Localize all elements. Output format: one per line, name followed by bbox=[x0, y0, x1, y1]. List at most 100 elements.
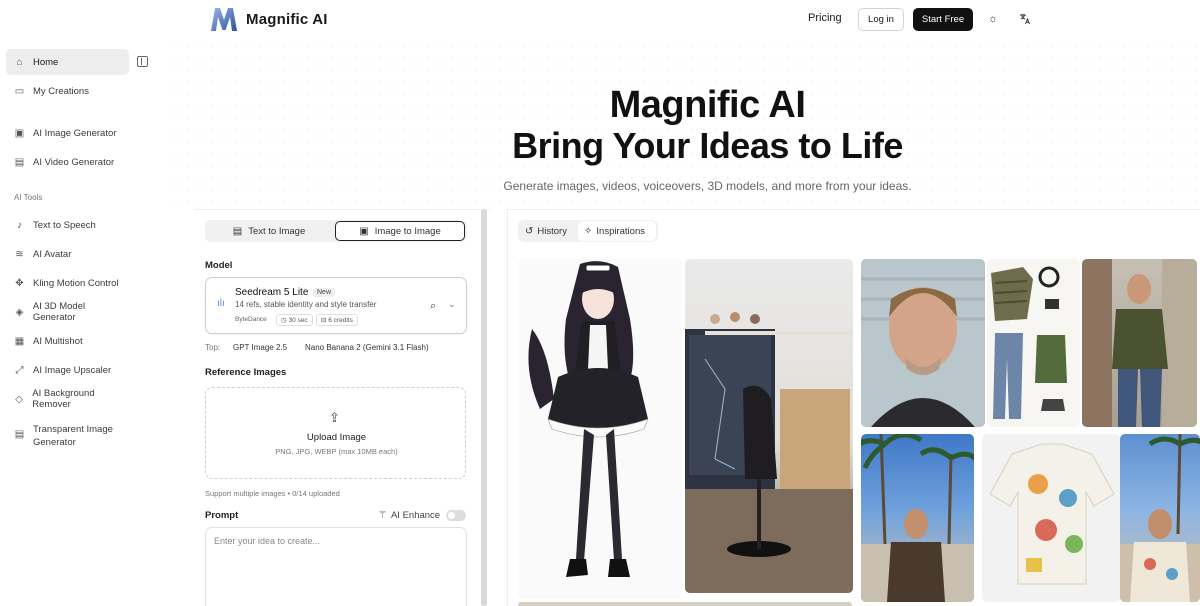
ai-enhance-toggle[interactable] bbox=[446, 510, 466, 521]
gallery-image-patterned-shirt[interactable] bbox=[982, 434, 1120, 602]
tab-text-to-image[interactable]: ▤ Text to Image bbox=[205, 220, 333, 242]
beach-man-photo bbox=[861, 434, 974, 602]
beach-man-shirt-photo bbox=[1120, 434, 1200, 602]
clothes-flatlay-photo bbox=[991, 266, 1067, 419]
sidebar-item-ai-avatar[interactable]: ≋ AI Avatar bbox=[6, 241, 129, 267]
sidebar-item-ai-multishot[interactable]: ▦ AI Multishot bbox=[6, 328, 129, 354]
gallery-tabs: ↺ History ✧ Inspirations bbox=[518, 220, 658, 242]
brand-logo[interactable]: Magnific AI bbox=[210, 6, 328, 32]
top-model-option[interactable]: Nano Banana 2 (Gemini 3.1 Flash) bbox=[305, 343, 429, 352]
model-time-chip: ◷ 30 sec bbox=[276, 314, 313, 326]
sidebar-collapse-icon[interactable] bbox=[137, 56, 148, 67]
magic-wand-icon: ⚚ bbox=[378, 510, 387, 521]
gallery-image-figurine-desk[interactable] bbox=[685, 259, 853, 593]
sidebar-section-label: AI Tools bbox=[14, 193, 43, 202]
folder-icon: ▭ bbox=[14, 85, 25, 97]
gallery-image-street-man[interactable] bbox=[1082, 259, 1197, 427]
top-model-option[interactable]: GPT Image 2.5 bbox=[233, 343, 287, 352]
tab-image-to-image[interactable]: ▣ Image to Image bbox=[335, 221, 465, 241]
sidebar-item-label: AI Multishot bbox=[33, 335, 83, 347]
sidebar-item-transparent-image-generator[interactable]: ▤ Transparent Image Generator bbox=[6, 421, 129, 455]
upload-support-text: Support multiple images • 0/14 uploaded bbox=[205, 489, 340, 498]
search-icon[interactable]: ⌕ bbox=[430, 300, 436, 313]
model-description: 14 refs, stable identity and style trans… bbox=[235, 300, 377, 309]
new-badge: New bbox=[313, 288, 336, 297]
language-icon[interactable] bbox=[1018, 12, 1032, 26]
ai-enhance-label: AI Enhance bbox=[390, 510, 441, 521]
cube-icon: ◈ bbox=[15, 306, 24, 318]
hero-title-line1: Magnific AI bbox=[609, 84, 806, 126]
model-name: Seedream 5 Lite bbox=[235, 287, 309, 298]
sidebar-item-ai-video-generator[interactable]: ▤ AI Video Generator bbox=[6, 149, 129, 175]
gallery-image-partial[interactable] bbox=[518, 602, 852, 606]
gallery-image-clothes-flatlay[interactable] bbox=[987, 259, 1080, 427]
sidebar-item-label: AI Image Generator bbox=[33, 127, 117, 139]
image-icon: ▣ bbox=[14, 127, 25, 139]
theme-sun-icon[interactable]: ☼ bbox=[986, 12, 1000, 26]
image-icon: ▣ bbox=[359, 225, 369, 237]
sidebar-item-label: AI Video Generator bbox=[33, 156, 115, 168]
login-button[interactable]: Log in bbox=[858, 8, 904, 31]
hero-title-line2: Bring Your Ideas to Life bbox=[512, 125, 903, 166]
document-icon: ▤ bbox=[232, 225, 243, 237]
tab-inspirations[interactable]: ✧ Inspirations bbox=[578, 221, 656, 241]
prompt-label: Prompt bbox=[205, 510, 239, 521]
upload-title: Upload Image bbox=[306, 432, 367, 443]
upload-dropzone[interactable]: ⇪ Upload Image PNG, JPG, WEBP (max 10MB … bbox=[205, 387, 466, 479]
mic-icon: ♪ bbox=[17, 219, 22, 231]
transparent-file-icon: ▤ bbox=[14, 429, 25, 440]
model-time: 30 sec bbox=[288, 317, 308, 324]
model-waveform-icon: ılı bbox=[217, 298, 225, 309]
ai-enhance-control[interactable]: ⚚ AI Enhance bbox=[378, 510, 440, 521]
sidebar-item-ai-image-generator[interactable]: ▣ AI Image Generator bbox=[6, 120, 129, 146]
clock-icon: ◷ bbox=[281, 317, 287, 324]
gallery-image-beach-man-shirt[interactable] bbox=[1120, 434, 1200, 602]
model-provider: ByteDance bbox=[235, 316, 267, 323]
sidebar-item-text-to-speech[interactable]: ♪ Text to Speech bbox=[6, 212, 129, 238]
patterned-shirt-photo bbox=[989, 443, 1115, 585]
history-icon: ↺ bbox=[525, 225, 534, 237]
tab-label: Inspirations bbox=[596, 225, 645, 237]
sidebar-item-kling-motion-control[interactable]: ✥ Kling Motion Control bbox=[6, 270, 129, 296]
tab-label: Text to Image bbox=[248, 225, 306, 237]
form-scrollbar-thumb[interactable] bbox=[481, 209, 487, 606]
credits-icon: ⊟ bbox=[321, 317, 327, 324]
home-icon: ⌂ bbox=[16, 56, 23, 68]
gallery-image-portrait-man[interactable] bbox=[861, 259, 985, 427]
gallery-image-beach-man[interactable] bbox=[861, 434, 974, 602]
tab-label: Image to Image bbox=[374, 225, 441, 237]
gallery-image-anime-character[interactable] bbox=[518, 259, 682, 599]
sidebar-item-ai-image-upscaler[interactable]: ⤢ AI Image Upscaler bbox=[6, 357, 129, 383]
portrait-photo bbox=[861, 259, 985, 427]
start-free-button[interactable]: Start Free bbox=[913, 8, 973, 31]
sparkle-icon: ✧ bbox=[584, 225, 593, 237]
chevron-down-icon[interactable]: ⌄ bbox=[448, 299, 456, 310]
figurine-desk-photo bbox=[685, 312, 853, 593]
model-selector[interactable]: ılı Seedream 5 Lite New 14 refs, stable … bbox=[205, 277, 467, 334]
prompt-input[interactable] bbox=[205, 527, 467, 606]
sidebar-item-ai-3d-model-generator[interactable]: ◈ AI 3D Model Generator bbox=[6, 299, 129, 325]
tab-label: History bbox=[537, 225, 567, 237]
hero-subtitle: Generate images, videos, voiceovers, 3D … bbox=[503, 179, 912, 193]
translate-icon-svg bbox=[1020, 14, 1030, 25]
sidebar-item-label: AI 3D Model Generator bbox=[32, 301, 86, 323]
brand-name: Magnific AI bbox=[246, 10, 328, 28]
sidebar-item-label: Transparent Image Generator bbox=[33, 424, 113, 448]
sidebar-item-label: Text to Speech bbox=[33, 219, 96, 231]
mode-tabs: ▤ Text to Image ▣ Image to Image bbox=[205, 220, 467, 242]
sidebar-item-ai-background-remover[interactable]: ◇ AI Background Remover bbox=[6, 386, 129, 412]
reference-images-label: Reference Images bbox=[205, 367, 287, 378]
upload-subtitle: PNG, JPG, WEBP (max 10MB each) bbox=[275, 447, 398, 456]
tab-history[interactable]: ↺ History bbox=[525, 220, 567, 242]
model-credits-chip: ⊟ 6 credits bbox=[316, 314, 358, 326]
nav-pricing-link[interactable]: Pricing bbox=[808, 12, 842, 24]
sidebar-item-my-creations[interactable]: ▭ My Creations bbox=[6, 78, 129, 104]
top-models-label: Top: bbox=[205, 343, 221, 352]
expand-icon: ⤢ bbox=[15, 364, 24, 376]
sidebar-item-home[interactable]: ⌂ Home bbox=[6, 49, 129, 75]
upload-icon: ⇪ bbox=[329, 410, 340, 425]
street-photo bbox=[1082, 259, 1197, 427]
model-label: Model bbox=[205, 260, 233, 271]
sidebar-item-label: My Creations bbox=[33, 85, 89, 97]
sidebar-item-label: Home bbox=[33, 56, 59, 68]
